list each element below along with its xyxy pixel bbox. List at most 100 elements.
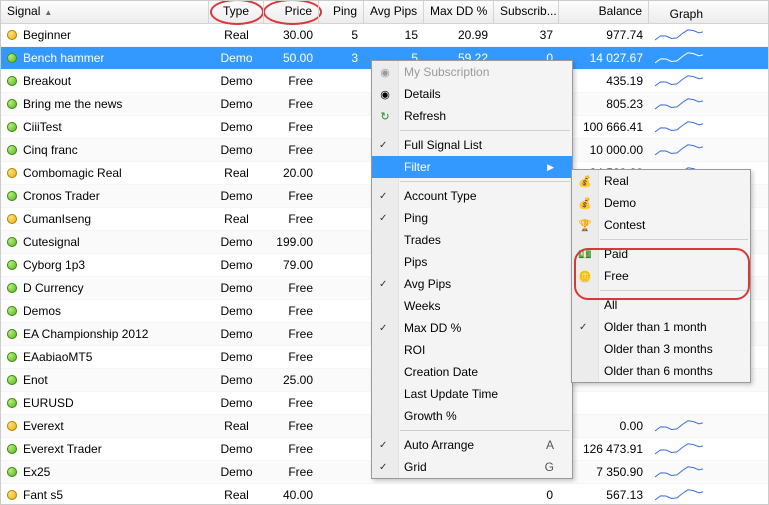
filter-free[interactable]: 🪙Free xyxy=(572,265,750,287)
status-dot-icon xyxy=(7,99,17,109)
free-icon: 🪙 xyxy=(577,268,593,284)
status-dot-icon xyxy=(7,490,17,500)
menu-trades[interactable]: Trades xyxy=(372,229,572,251)
menu-filter[interactable]: Filter▶ xyxy=(372,156,572,178)
cell-price: 79.00 xyxy=(264,258,319,272)
menu-ping[interactable]: ✓Ping xyxy=(372,207,572,229)
status-dot-icon xyxy=(7,329,17,339)
cell-type: Demo xyxy=(209,350,264,364)
signal-name: Bench hammer xyxy=(23,51,104,65)
col-subscribers[interactable]: Subscrib... xyxy=(494,1,559,23)
status-dot-icon xyxy=(7,168,17,178)
col-balance[interactable]: Balance xyxy=(559,1,649,23)
status-dot-icon xyxy=(7,467,17,477)
menu-avgpips[interactable]: ✓Avg Pips xyxy=(372,273,572,295)
cell-price: Free xyxy=(264,212,319,226)
filter-contest[interactable]: 🏆Contest xyxy=(572,214,750,236)
cell-graph xyxy=(649,417,709,435)
cell-type: Demo xyxy=(209,373,264,387)
cell-type: Real xyxy=(209,28,264,42)
col-subscribers-label: Subscrib... xyxy=(500,4,557,18)
filter-real[interactable]: 💰Real xyxy=(572,170,750,192)
menu-growth[interactable]: Growth % xyxy=(372,405,572,427)
signal-name: Breakout xyxy=(23,74,71,88)
check-icon: ✓ xyxy=(579,322,587,333)
status-dot-icon xyxy=(7,260,17,270)
sparkline-graph xyxy=(655,463,703,481)
status-dot-icon xyxy=(7,76,17,86)
check-icon: ✓ xyxy=(379,462,387,473)
table-row[interactable]: Fant s5Real40.000567.13 xyxy=(1,484,768,505)
cell-price: Free xyxy=(264,120,319,134)
cell-type: Real xyxy=(209,488,264,502)
menu-details[interactable]: ◉Details xyxy=(372,83,572,105)
menu-auto-arrange[interactable]: ✓Auto ArrangeA xyxy=(372,434,572,456)
check-icon: ✓ xyxy=(379,191,387,202)
menu-grid[interactable]: ✓GridG xyxy=(372,456,572,478)
filter-older-6m[interactable]: Older than 6 months xyxy=(572,360,750,382)
signal-name: Cyborg 1p3 xyxy=(23,258,85,272)
sort-asc-icon: ▲ xyxy=(44,8,52,17)
cell-graph xyxy=(649,486,709,504)
sparkline-graph xyxy=(655,486,703,504)
filter-older-3m[interactable]: Older than 3 months xyxy=(572,338,750,360)
cell-type: Demo xyxy=(209,97,264,111)
cell-price: 20.00 xyxy=(264,166,319,180)
cell-signal: Cronos Trader xyxy=(1,189,209,203)
cell-signal: Cutesignal xyxy=(1,235,209,249)
filter-all[interactable]: All xyxy=(572,294,750,316)
menu-weeks[interactable]: Weeks xyxy=(372,295,572,317)
menu-pips[interactable]: Pips xyxy=(372,251,572,273)
cell-price: Free xyxy=(264,419,319,433)
signal-name: Cronos Trader xyxy=(23,189,100,203)
menu-roi[interactable]: ROI xyxy=(372,339,572,361)
menu-maxdd[interactable]: ✓Max DD % xyxy=(372,317,572,339)
col-type[interactable]: Type xyxy=(209,1,264,23)
cell-signal: Beginner xyxy=(1,28,209,42)
filter-older-1m[interactable]: ✓Older than 1 month xyxy=(572,316,750,338)
sparkline-graph xyxy=(655,49,703,67)
col-ping[interactable]: Ping xyxy=(319,1,364,23)
cell-subscribers: 0 xyxy=(494,488,559,502)
filter-demo[interactable]: 💰Demo xyxy=(572,192,750,214)
cell-signal: Bench hammer xyxy=(1,51,209,65)
real-icon: 💰 xyxy=(577,173,593,189)
cell-type: Demo xyxy=(209,396,264,410)
status-dot-icon xyxy=(7,191,17,201)
check-icon: ✓ xyxy=(379,213,387,224)
cell-maxdd: 20.99 xyxy=(424,28,494,42)
cell-price: 30.00 xyxy=(264,28,319,42)
cell-signal: Combomagic Real xyxy=(1,166,209,180)
cell-balance: 567.13 xyxy=(559,488,649,502)
menu-refresh[interactable]: ↻Refresh xyxy=(372,105,572,127)
menu-account-type[interactable]: ✓Account Type xyxy=(372,185,572,207)
cell-signal: Fant s5 xyxy=(1,488,209,502)
table-row[interactable]: BeginnerReal30.0051520.9937977.74 xyxy=(1,24,768,47)
col-price[interactable]: Price xyxy=(264,1,319,23)
cell-graph xyxy=(649,95,709,113)
demo-icon: 💰 xyxy=(577,195,593,211)
col-graph[interactable]: Graph xyxy=(649,1,709,23)
cell-subscribers: 37 xyxy=(494,28,559,42)
cell-signal: Everext xyxy=(1,419,209,433)
signal-name: Cutesignal xyxy=(23,235,80,249)
col-avgpips[interactable]: Avg Pips xyxy=(364,1,424,23)
col-maxdd[interactable]: Max DD % xyxy=(424,1,494,23)
menu-my-subscription: ◉My Subscription xyxy=(372,61,572,83)
cell-type: Real xyxy=(209,166,264,180)
menu-creation-date[interactable]: Creation Date xyxy=(372,361,572,383)
signal-name: Ex25 xyxy=(23,465,50,479)
details-icon: ◉ xyxy=(377,86,393,102)
cell-avgpips: 15 xyxy=(364,28,424,42)
menu-full-signal-list[interactable]: ✓Full Signal List xyxy=(372,134,572,156)
filter-paid[interactable]: 💵Paid xyxy=(572,243,750,265)
status-dot-icon xyxy=(7,375,17,385)
cell-type: Demo xyxy=(209,304,264,318)
menu-last-update[interactable]: Last Update Time xyxy=(372,383,572,405)
col-signal[interactable]: Signal▲ xyxy=(1,1,209,23)
col-price-label: Price xyxy=(285,4,312,18)
cell-type: Demo xyxy=(209,327,264,341)
sparkline-graph xyxy=(655,440,703,458)
signal-name: CumanIseng xyxy=(23,212,91,226)
signal-name: EAabiaoMT5 xyxy=(23,350,92,364)
